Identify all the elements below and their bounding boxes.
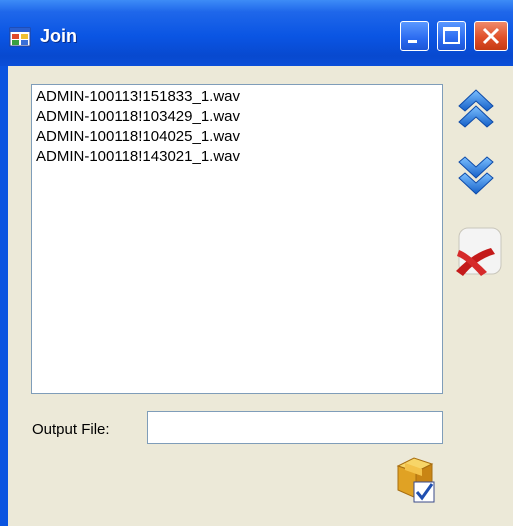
output-file-label: Output File:: [32, 421, 110, 438]
output-file-field[interactable]: [147, 411, 443, 444]
close-button[interactable]: [474, 21, 508, 51]
client-area: ADMIN-100113!151833_1.wav ADMIN-100118!1…: [8, 66, 513, 526]
double-chevron-down-icon: [458, 156, 494, 195]
box-checkmark-icon: [396, 457, 435, 503]
list-item[interactable]: ADMIN-100118!103429_1.wav: [36, 107, 438, 127]
remove-button[interactable]: [453, 226, 505, 278]
double-chevron-up-icon: [458, 89, 494, 128]
red-x-icon: [456, 227, 502, 276]
window-title: Join: [40, 26, 78, 46]
title-bar[interactable]: Join: [0, 0, 513, 66]
list-item[interactable]: ADMIN-100113!151833_1.wav: [36, 87, 438, 107]
move-up-button[interactable]: [455, 84, 497, 130]
maximize-button[interactable]: [437, 21, 466, 51]
close-icon: [482, 27, 500, 45]
file-list[interactable]: ADMIN-100113!151833_1.wav ADMIN-100118!1…: [31, 84, 443, 394]
join-window: Join ADMIN-100113!151833_1.wav ADMIN-100…: [0, 0, 513, 526]
minimize-button[interactable]: [400, 21, 429, 51]
list-item[interactable]: ADMIN-100118!143021_1.wav: [36, 147, 438, 167]
maximize-icon: [443, 27, 460, 44]
list-item[interactable]: ADMIN-100118!104025_1.wav: [36, 127, 438, 147]
move-down-button[interactable]: [455, 154, 497, 200]
minimize-icon: [408, 40, 417, 43]
app-icon: [9, 27, 31, 47]
join-button[interactable]: [392, 454, 438, 504]
